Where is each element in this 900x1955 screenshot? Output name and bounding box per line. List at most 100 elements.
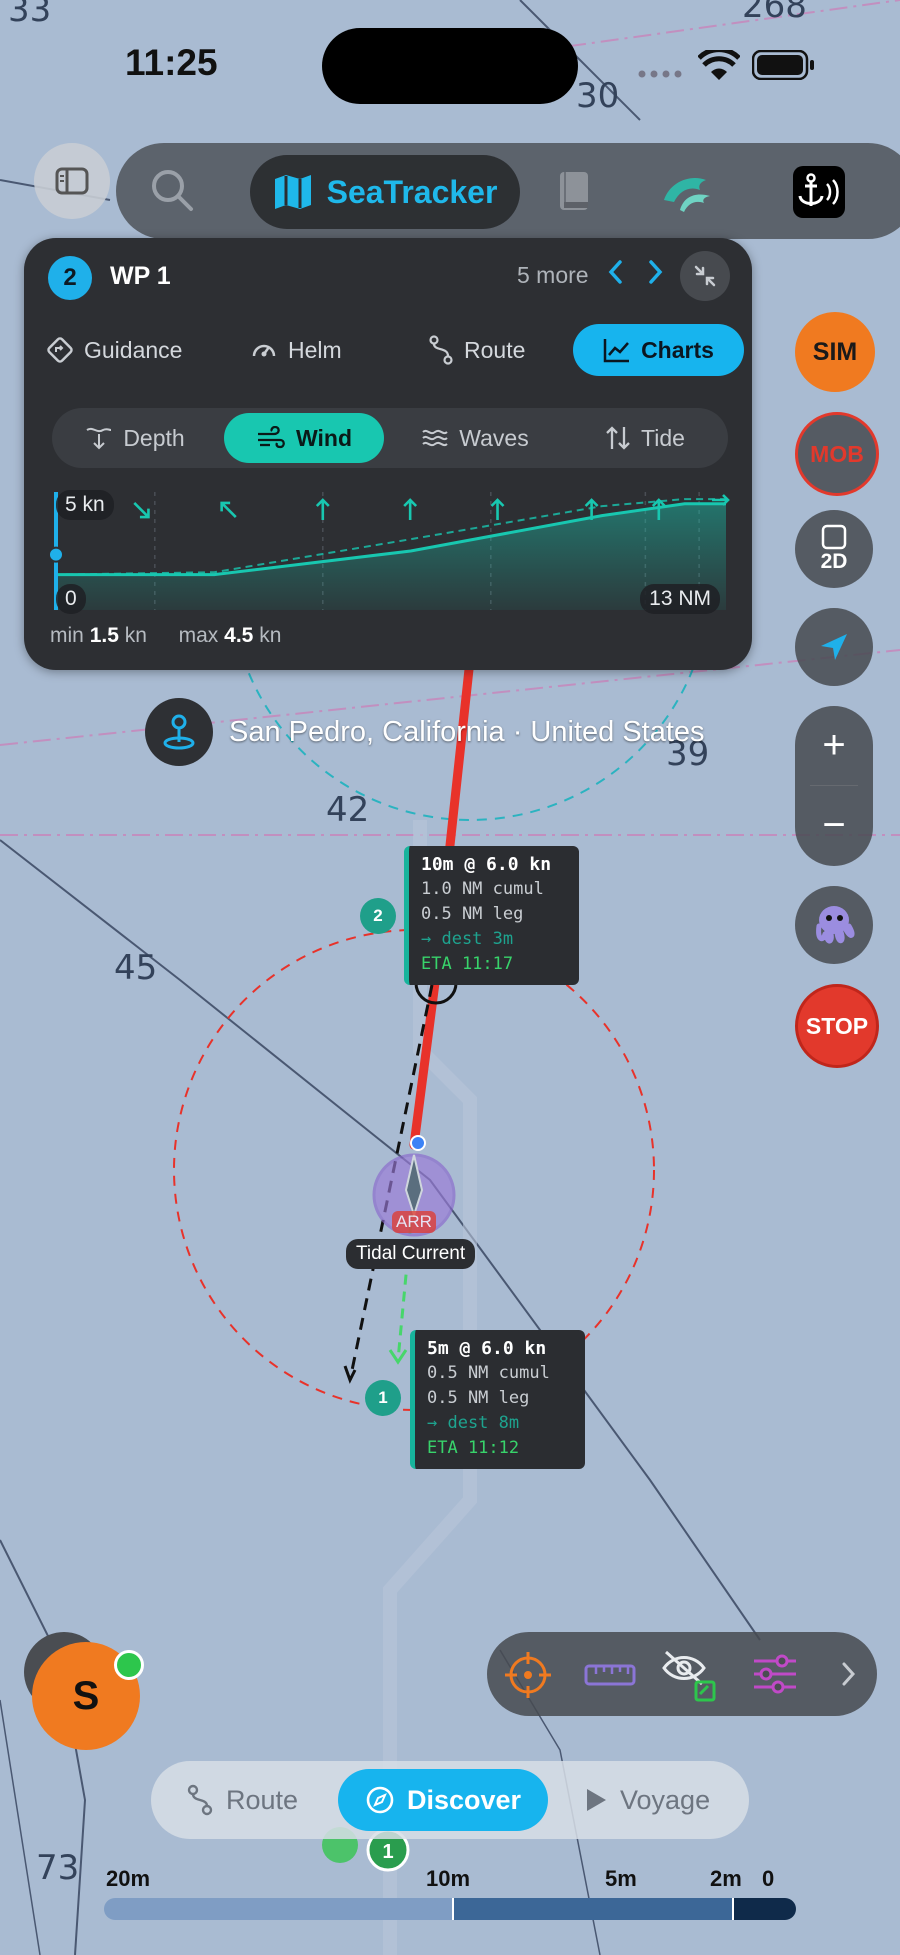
waypoint-card-dest: → dest 8m xyxy=(427,1413,520,1433)
vessel-label[interactable]: Tidal Current xyxy=(346,1239,476,1269)
svg-text:1: 1 xyxy=(382,1841,393,1863)
waypoint-title: WP 1 xyxy=(110,262,171,290)
waypoint-card-eta: ETA 11:12 xyxy=(427,1438,520,1458)
square-icon xyxy=(821,524,847,550)
scale-segment xyxy=(454,1898,734,1920)
dolphin-icon[interactable] xyxy=(660,170,716,212)
waypoint-card-cumul: 0.5 NM cumul xyxy=(427,1363,550,1383)
tab-guidance[interactable]: Guidance xyxy=(46,324,182,376)
anchor-icon[interactable] xyxy=(793,166,845,218)
chart-x-start: 0 xyxy=(56,584,86,614)
route-icon xyxy=(186,1784,214,1816)
scale-label: 0 xyxy=(762,1866,775,1891)
depth-scale-bar xyxy=(104,1898,796,1920)
depth-icon xyxy=(85,426,113,450)
collapse-button[interactable] xyxy=(680,251,730,301)
sidebar-toggle-button[interactable] xyxy=(34,143,110,219)
map-icon xyxy=(273,173,313,211)
scale-segment xyxy=(734,1898,796,1920)
waypoint-card-title: 10m @ 6.0 kn xyxy=(421,854,552,875)
max-value: 4.5 xyxy=(224,624,254,647)
depth-sounding: 45 xyxy=(114,948,158,988)
diamond-arrow-icon xyxy=(46,336,74,364)
waves-icon xyxy=(421,427,449,449)
mob-button[interactable]: MOB xyxy=(795,412,879,496)
nav-route[interactable]: Route xyxy=(186,1769,298,1831)
subtab-waves[interactable]: Waves xyxy=(410,413,540,463)
nav-label: Voyage xyxy=(620,1784,711,1815)
tide-arrows-icon xyxy=(605,425,631,451)
waypoint-card[interactable]: 10m @ 6.0 kn 1.0 NM cumul 0.5 NM leg → d… xyxy=(404,846,579,985)
view-mode-label: 2D xyxy=(820,550,848,573)
locate-button[interactable] xyxy=(795,608,873,686)
waypoint-marker[interactable]: 2 xyxy=(360,898,396,934)
chevron-right-icon[interactable] xyxy=(838,1658,858,1690)
arrival-badge: ARR xyxy=(392,1211,436,1233)
wifi-icon xyxy=(698,50,740,82)
octopus-button[interactable] xyxy=(795,886,873,964)
subtab-label: Waves xyxy=(459,424,529,451)
nav-label: Route xyxy=(226,1784,299,1815)
chevron-right-icon[interactable] xyxy=(645,257,665,287)
tab-charts[interactable]: Charts xyxy=(573,324,744,376)
tab-route[interactable]: Route xyxy=(428,324,525,376)
scale-label: 20m xyxy=(106,1866,151,1891)
tab-helm[interactable]: Helm xyxy=(250,324,342,376)
dynamic-island xyxy=(322,28,578,104)
scale-label: 10m xyxy=(426,1866,471,1891)
chart-minmax: min 1.5 kn max 4.5 kn xyxy=(50,624,281,648)
waypoint-card[interactable]: 5m @ 6.0 kn 0.5 NM cumul 0.5 NM leg → de… xyxy=(410,1330,585,1469)
stop-button[interactable]: STOP xyxy=(795,984,879,1068)
zoom-divider xyxy=(810,785,858,786)
waypoint-card-eta: ETA 11:17 xyxy=(421,954,514,974)
online-status-dot xyxy=(114,1650,144,1680)
brand-button[interactable]: SeaTracker xyxy=(250,155,520,229)
chevron-left-icon[interactable] xyxy=(606,257,626,287)
position-dot xyxy=(50,546,64,563)
depth-sounding: 33 xyxy=(8,0,52,30)
scale-label: 2m xyxy=(710,1866,742,1891)
nav-label: Discover xyxy=(406,1784,522,1815)
sliders-icon[interactable] xyxy=(752,1653,798,1695)
view-toggle-button[interactable]: 2D xyxy=(795,510,873,588)
min-unit: kn xyxy=(124,624,147,647)
wind-chart[interactable]: 5 kn 0 13 NM xyxy=(50,482,730,614)
subtab-label: Tide xyxy=(641,424,685,451)
subtab-wind[interactable]: Wind xyxy=(224,413,384,463)
ruler-icon[interactable] xyxy=(584,1660,636,1690)
max-unit: kn xyxy=(259,624,282,647)
nav-voyage[interactable]: Voyage xyxy=(584,1769,710,1831)
tab-label: Route xyxy=(464,336,526,363)
waypoint-card-leg: 0.5 NM leg xyxy=(427,1388,530,1408)
brand-label: SeaTracker xyxy=(326,173,498,210)
waypoint-marker[interactable]: 1 xyxy=(365,1380,401,1416)
more-waypoints-label: 5 more xyxy=(517,262,589,288)
wind-icon xyxy=(256,426,286,450)
subtab-tide[interactable]: Tide xyxy=(585,413,705,463)
waypoint-card-dest: → dest 3m xyxy=(421,929,514,949)
logbook-icon[interactable] xyxy=(557,170,593,212)
subtab-depth[interactable]: Depth xyxy=(70,413,200,463)
zoom-in-button[interactable]: + xyxy=(795,720,873,770)
sim-button[interactable]: SIM xyxy=(795,312,875,392)
min-label: min xyxy=(50,624,84,647)
crosshair-icon[interactable] xyxy=(503,1650,553,1700)
hide-layers-icon[interactable] xyxy=(660,1648,720,1704)
subtab-label: Depth xyxy=(123,424,185,451)
octopus-icon xyxy=(809,900,859,950)
tab-label: Helm xyxy=(288,336,342,363)
search-icon[interactable] xyxy=(150,168,194,212)
min-value: 1.5 xyxy=(89,624,119,647)
tab-label: Guidance xyxy=(84,336,183,363)
gauge-icon xyxy=(250,336,278,364)
zoom-out-button[interactable]: − xyxy=(795,800,873,850)
compass-icon xyxy=(365,1785,395,1815)
chart-x-end: 13 NM xyxy=(640,584,720,614)
scale-segment xyxy=(104,1898,454,1920)
waypoint-number-badge: 2 xyxy=(48,256,92,300)
nav-discover[interactable]: Discover xyxy=(338,1769,548,1831)
location-row[interactable]: San Pedro, California · United States xyxy=(145,698,705,766)
location-pin-icon xyxy=(145,698,213,766)
tab-label: Charts xyxy=(641,336,714,363)
sidebar-icon xyxy=(55,167,89,195)
